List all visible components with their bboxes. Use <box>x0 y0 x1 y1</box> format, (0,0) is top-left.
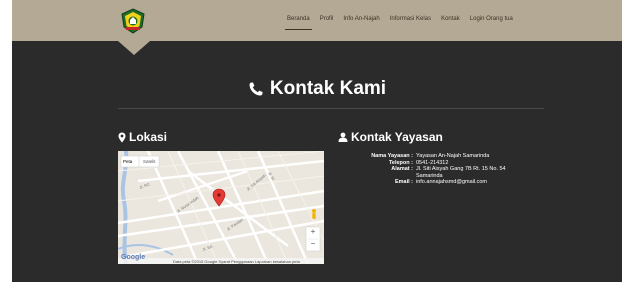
info-value: Yayasan An-Najah Samarinda <box>416 153 490 159</box>
divider <box>118 108 544 109</box>
phone-icon <box>249 82 263 96</box>
contact-title-text: Kontak Yayasan <box>351 130 443 144</box>
map-tab-peta[interactable]: Peta <box>123 159 132 164</box>
info-label: Alamat : <box>391 166 413 173</box>
info-label <box>338 173 416 180</box>
info-row-alamat: Alamat : Jl. Siti Aisyah Gang 7B Rt. 15 … <box>338 166 526 173</box>
google-logo: Google <box>121 254 146 261</box>
nav-link-profil[interactable]: Profil <box>315 15 339 23</box>
info-row-nama: Nama Yayasan : Yayasan An-Najah Samarind… <box>338 153 526 160</box>
navbar: Beranda Profil Info An-Najah Informasi K… <box>12 0 622 41</box>
info-row-email: Email : info.annajahsmd@gmail.com <box>338 179 526 186</box>
nav-link-informasi-kelas[interactable]: Informasi Kelas <box>385 15 436 23</box>
location-title: Lokasi <box>118 130 167 144</box>
nav-link-login-orang-tua[interactable]: Login Orang tua <box>465 15 518 23</box>
info-label: Telepon : <box>388 159 413 166</box>
info-value: 0541-214312 <box>416 159 449 166</box>
nav-menu: Beranda Profil Info An-Najah Informasi K… <box>282 15 518 30</box>
map-zoom-in-button[interactable]: + <box>309 227 317 236</box>
nav-link-beranda[interactable]: Beranda <box>282 15 315 30</box>
info-value: Jl. Siti Aisyah Gang 7B Rt. 15 No. 54 <box>416 166 506 173</box>
info-label: Email : <box>394 179 413 186</box>
email-link[interactable]: info.annajahsmd@gmail.com <box>416 179 526 186</box>
nav-link-info-an-najah[interactable]: Info An-Najah <box>338 15 384 23</box>
map-footer-text[interactable]: Data peta ©2015 Google Syarat Penggunaan… <box>173 259 300 264</box>
map-marker-icon <box>118 132 126 142</box>
location-map[interactable]: Jl. RC Jl. Sl Jl. Nusa Indah Jl. Pandan … <box>118 151 324 264</box>
page-title: Kontak Kami <box>12 78 622 100</box>
info-label: Nama Yayasan : <box>371 153 413 159</box>
nav-link-kontak[interactable]: Kontak <box>436 15 465 23</box>
info-value: Samarinda <box>416 172 443 179</box>
page: Beranda Profil Info An-Najah Informasi K… <box>12 0 622 282</box>
heading-text: Kontak Kami <box>269 78 387 99</box>
user-icon <box>338 132 348 142</box>
map-zoom-out-button[interactable]: − <box>309 239 317 248</box>
contact-info: Nama Yayasan : Yayasan An-Najah Samarind… <box>338 153 526 186</box>
info-row-alamat-cont: Samarinda <box>338 173 526 180</box>
map-canvas[interactable]: Jl. RC Jl. Sl Jl. Nusa Indah Jl. Pandan … <box>118 151 324 264</box>
nav-caret <box>118 41 150 55</box>
location-title-text: Lokasi <box>129 130 168 144</box>
info-row-telepon: Telepon : 0541-214312 <box>338 160 526 167</box>
school-logo-icon[interactable] <box>120 8 146 34</box>
map-tab-satelit[interactable]: Satelit <box>143 159 156 164</box>
contact-title: Kontak Yayasan <box>338 130 443 144</box>
